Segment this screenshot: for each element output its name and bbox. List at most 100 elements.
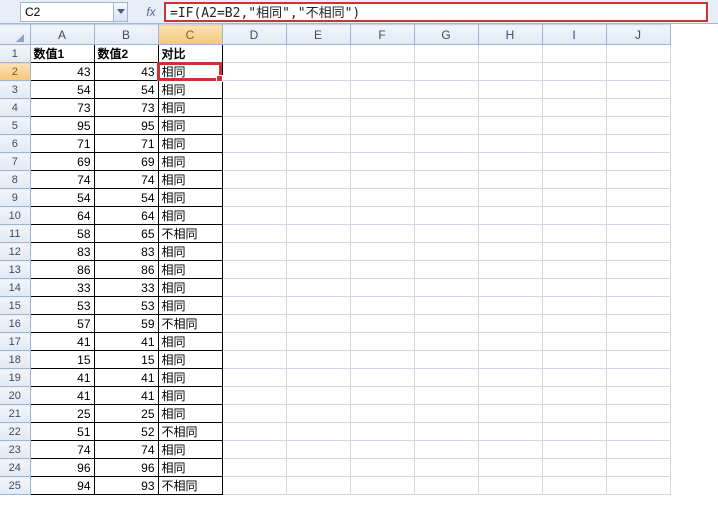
cell-F9[interactable] (350, 189, 414, 207)
cell-I10[interactable] (542, 207, 606, 225)
cell-B21[interactable]: 25 (94, 405, 158, 423)
row-header-12[interactable]: 12 (0, 243, 30, 261)
cell-D21[interactable] (222, 405, 286, 423)
cell-G6[interactable] (414, 135, 478, 153)
col-header-C[interactable]: C (158, 25, 222, 45)
cell-J2[interactable] (606, 63, 670, 81)
cell-J18[interactable] (606, 351, 670, 369)
cell-H14[interactable] (478, 279, 542, 297)
cell-E19[interactable] (286, 369, 350, 387)
cell-H11[interactable] (478, 225, 542, 243)
cell-G24[interactable] (414, 459, 478, 477)
cell-E2[interactable] (286, 63, 350, 81)
formula-input[interactable]: =IF(A2=B2,"相同","不相同") (164, 2, 708, 22)
cell-J3[interactable] (606, 81, 670, 99)
cell-E8[interactable] (286, 171, 350, 189)
cell-H21[interactable] (478, 405, 542, 423)
cell-J21[interactable] (606, 405, 670, 423)
cell-C22[interactable]: 不相同 (158, 423, 222, 441)
row-header-4[interactable]: 4 (0, 99, 30, 117)
cell-A3[interactable]: 54 (30, 81, 94, 99)
cell-G15[interactable] (414, 297, 478, 315)
cell-B6[interactable]: 71 (94, 135, 158, 153)
cell-B13[interactable]: 86 (94, 261, 158, 279)
cell-D23[interactable] (222, 441, 286, 459)
cell-A9[interactable]: 54 (30, 189, 94, 207)
cell-B7[interactable]: 69 (94, 153, 158, 171)
cell-A12[interactable]: 83 (30, 243, 94, 261)
cell-B12[interactable]: 83 (94, 243, 158, 261)
row-header-5[interactable]: 5 (0, 117, 30, 135)
row-header-14[interactable]: 14 (0, 279, 30, 297)
cell-H24[interactable] (478, 459, 542, 477)
cell-D25[interactable] (222, 477, 286, 495)
cell-F12[interactable] (350, 243, 414, 261)
cell-I15[interactable] (542, 297, 606, 315)
cell-B22[interactable]: 52 (94, 423, 158, 441)
cell-G13[interactable] (414, 261, 478, 279)
cell-G12[interactable] (414, 243, 478, 261)
cell-B16[interactable]: 59 (94, 315, 158, 333)
select-all-corner[interactable] (0, 25, 30, 45)
cell-G14[interactable] (414, 279, 478, 297)
cell-D9[interactable] (222, 189, 286, 207)
cell-F16[interactable] (350, 315, 414, 333)
row-header-25[interactable]: 25 (0, 477, 30, 495)
cell-F21[interactable] (350, 405, 414, 423)
cell-G21[interactable] (414, 405, 478, 423)
cell-J19[interactable] (606, 369, 670, 387)
cell-E3[interactable] (286, 81, 350, 99)
cell-I14[interactable] (542, 279, 606, 297)
cell-J8[interactable] (606, 171, 670, 189)
cell-G3[interactable] (414, 81, 478, 99)
cell-D11[interactable] (222, 225, 286, 243)
cell-I1[interactable] (542, 45, 606, 63)
cell-H25[interactable] (478, 477, 542, 495)
cell-D13[interactable] (222, 261, 286, 279)
cell-C24[interactable]: 相同 (158, 459, 222, 477)
cell-C19[interactable]: 相同 (158, 369, 222, 387)
cell-C21[interactable]: 相同 (158, 405, 222, 423)
cell-G16[interactable] (414, 315, 478, 333)
cell-F17[interactable] (350, 333, 414, 351)
cell-A18[interactable]: 15 (30, 351, 94, 369)
cell-F7[interactable] (350, 153, 414, 171)
cell-C2[interactable]: 相同 (158, 63, 222, 81)
col-header-A[interactable]: A (30, 25, 94, 45)
cell-I19[interactable] (542, 369, 606, 387)
cell-I8[interactable] (542, 171, 606, 189)
cell-H8[interactable] (478, 171, 542, 189)
cell-J5[interactable] (606, 117, 670, 135)
cell-J4[interactable] (606, 99, 670, 117)
cell-J20[interactable] (606, 387, 670, 405)
cell-D10[interactable] (222, 207, 286, 225)
row-header-17[interactable]: 17 (0, 333, 30, 351)
col-header-E[interactable]: E (286, 25, 350, 45)
cell-I23[interactable] (542, 441, 606, 459)
cell-B24[interactable]: 96 (94, 459, 158, 477)
cell-J12[interactable] (606, 243, 670, 261)
cell-G22[interactable] (414, 423, 478, 441)
cell-F10[interactable] (350, 207, 414, 225)
cell-A14[interactable]: 33 (30, 279, 94, 297)
cell-I22[interactable] (542, 423, 606, 441)
cell-I6[interactable] (542, 135, 606, 153)
row-header-24[interactable]: 24 (0, 459, 30, 477)
cell-E20[interactable] (286, 387, 350, 405)
cell-C3[interactable]: 相同 (158, 81, 222, 99)
row-header-21[interactable]: 21 (0, 405, 30, 423)
cell-F4[interactable] (350, 99, 414, 117)
cell-J24[interactable] (606, 459, 670, 477)
cell-F5[interactable] (350, 117, 414, 135)
cell-J23[interactable] (606, 441, 670, 459)
cell-J10[interactable] (606, 207, 670, 225)
cell-A25[interactable]: 94 (30, 477, 94, 495)
cell-B3[interactable]: 54 (94, 81, 158, 99)
row-header-16[interactable]: 16 (0, 315, 30, 333)
cell-C7[interactable]: 相同 (158, 153, 222, 171)
cell-A24[interactable]: 96 (30, 459, 94, 477)
cell-A2[interactable]: 43 (30, 63, 94, 81)
cell-E11[interactable] (286, 225, 350, 243)
cell-G8[interactable] (414, 171, 478, 189)
cell-C13[interactable]: 相同 (158, 261, 222, 279)
